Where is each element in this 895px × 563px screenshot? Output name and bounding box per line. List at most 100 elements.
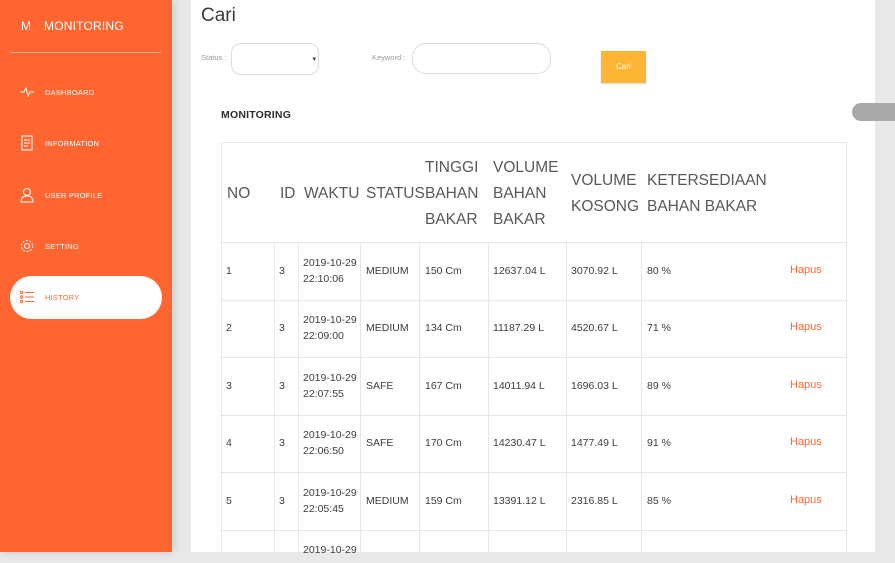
- delete-link[interactable]: Hapus: [790, 321, 822, 333]
- status-select[interactable]: ▾: [231, 43, 319, 75]
- scroll-handle[interactable]: [852, 103, 895, 121]
- cell-ketersediaan: 89 %: [647, 380, 671, 392]
- delete-link[interactable]: Hapus: [790, 436, 822, 448]
- sidebar: M MONITORING DASHBOARD INFORMATION USER …: [0, 0, 172, 552]
- cell-tinggi: 159 Cm: [425, 495, 462, 507]
- header-line: BAHAN BAKAR: [647, 198, 758, 215]
- cell-status: MEDIUM: [366, 265, 409, 277]
- brand-divider: [10, 52, 161, 53]
- cell-status: MEDIUM: [366, 495, 409, 507]
- column-header-no: NO: [227, 185, 251, 202]
- section-title: MONITORING: [221, 109, 292, 121]
- cell-no: 1: [226, 265, 232, 277]
- sidebar-item-label: USER PROFILE: [45, 191, 103, 200]
- column-header-volume-kosong: VOLUME KOSONG: [571, 168, 639, 220]
- column-divider: [641, 242, 642, 562]
- cell-status: SAFE: [366, 380, 394, 392]
- status-label: Status :: [201, 53, 227, 62]
- gear-icon: [19, 238, 35, 254]
- cell-date: 2019-10-29: [303, 372, 357, 384]
- sidebar-item-label: HISTORY: [45, 293, 80, 302]
- search-button[interactable]: Cari: [601, 51, 646, 83]
- column-divider: [488, 242, 489, 562]
- column-header-waktu: WAKTU: [304, 185, 360, 202]
- list-icon: [19, 289, 35, 305]
- page-background: [875, 0, 895, 552]
- heartbeat-icon: [19, 84, 35, 100]
- cell-time: 22:09:00: [303, 330, 344, 342]
- column-header-id: ID: [280, 185, 296, 202]
- column-divider: [566, 242, 567, 562]
- sidebar-item-history[interactable]: HISTORY: [10, 276, 162, 319]
- header-line: BAHAN: [425, 185, 479, 202]
- delete-link[interactable]: Hapus: [790, 494, 822, 506]
- sidebar-item-user-profile[interactable]: USER PROFILE: [10, 174, 162, 217]
- delete-link[interactable]: Hapus: [790, 264, 822, 276]
- row-divider: [222, 357, 846, 358]
- cell-volume-bb: 14011.94 L: [493, 380, 545, 392]
- sidebar-item-label: DASHBOARD: [45, 88, 95, 97]
- sidebar-item-label: SETTING: [45, 242, 79, 251]
- column-divider: [274, 242, 275, 562]
- user-icon: [19, 187, 35, 203]
- cell-ketersediaan: 71 %: [647, 322, 671, 334]
- column-header-tinggi: TINGGI BAHAN BAKAR: [425, 155, 478, 233]
- column-divider: [419, 242, 420, 562]
- header-line: KETERSEDIAAN: [647, 172, 767, 189]
- cell-ketersediaan: 91 %: [647, 437, 671, 449]
- sidebar-item-dashboard[interactable]: DASHBOARD: [10, 71, 162, 114]
- cell-time: 22:06:50: [303, 445, 344, 457]
- cell-ketersediaan: 85 %: [647, 495, 671, 507]
- cell-volume-bb: 13391.12 L: [493, 495, 546, 507]
- row-divider: [222, 530, 846, 531]
- cell-date: 2019-10-29: [303, 487, 357, 499]
- cell-date: 2019-10-29: [303, 544, 357, 556]
- cell-status: SAFE: [366, 437, 394, 449]
- row-divider: [222, 415, 846, 416]
- cell-no: 4: [226, 437, 232, 449]
- delete-link[interactable]: Hapus: [790, 379, 822, 391]
- page-title: Cari: [201, 5, 236, 26]
- chevron-down-icon: ▾: [312, 56, 316, 63]
- header-line: BAKAR: [425, 211, 478, 228]
- cell-no: 5: [226, 495, 232, 507]
- cell-volume-kosong: 2316.85 L: [571, 495, 618, 507]
- row-divider: [222, 472, 846, 473]
- cell-no: 3: [226, 380, 232, 392]
- brand-mini: M: [21, 19, 32, 33]
- cell-time: 22:05:45: [303, 503, 344, 515]
- keyword-input[interactable]: [412, 43, 551, 74]
- sidebar-item-information[interactable]: INFORMATION: [10, 122, 162, 165]
- column-header-ketersediaan: KETERSEDIAAN BAHAN BAKAR: [647, 168, 767, 220]
- cell-date: 2019-10-29: [303, 314, 357, 326]
- main-panel: Cari Status : ▾ Keyword : Cari MONITORIN…: [191, 0, 875, 563]
- cell-time: 22:07:55: [303, 388, 344, 400]
- cell-tinggi: 170 Cm: [425, 437, 462, 449]
- cell-volume-kosong: 1696.03 L: [571, 380, 618, 392]
- sidebar-item-setting[interactable]: SETTING: [10, 225, 162, 268]
- cell-id: 3: [279, 495, 285, 507]
- header-line: VOLUME: [571, 172, 637, 189]
- history-table: NO ID WAKTU STATUS TINGGI BAHAN BAKAR VO…: [221, 142, 847, 563]
- cell-tinggi: 167 Cm: [425, 380, 462, 392]
- cell-no: 2: [226, 322, 232, 334]
- header-line: BAKAR: [493, 211, 546, 228]
- cell-volume-kosong: 4520.67 L: [571, 322, 618, 334]
- column-divider: [298, 242, 299, 562]
- cell-volume-bb: 14230.47 L: [493, 437, 546, 449]
- cell-volume-bb: 11187.29 L: [493, 322, 544, 334]
- brand-name: MONITORING: [44, 19, 124, 33]
- cell-ketersediaan: 80 %: [647, 265, 671, 277]
- brand[interactable]: M MONITORING: [0, 0, 172, 52]
- cell-id: 3: [279, 265, 285, 277]
- cell-tinggi: 150 Cm: [425, 265, 462, 277]
- column-divider: [360, 242, 361, 562]
- cell-tinggi: 134 Cm: [425, 322, 462, 334]
- cell-volume-kosong: 3070.92 L: [571, 265, 618, 277]
- cell-id: 3: [279, 322, 285, 334]
- cell-status: MEDIUM: [366, 322, 409, 334]
- cell-volume-bb: 12637.04 L: [493, 265, 546, 277]
- cell-date: 2019-10-29: [303, 257, 357, 269]
- sidebar-item-label: INFORMATION: [45, 139, 100, 148]
- cell-volume-kosong: 1477.49 L: [571, 437, 618, 449]
